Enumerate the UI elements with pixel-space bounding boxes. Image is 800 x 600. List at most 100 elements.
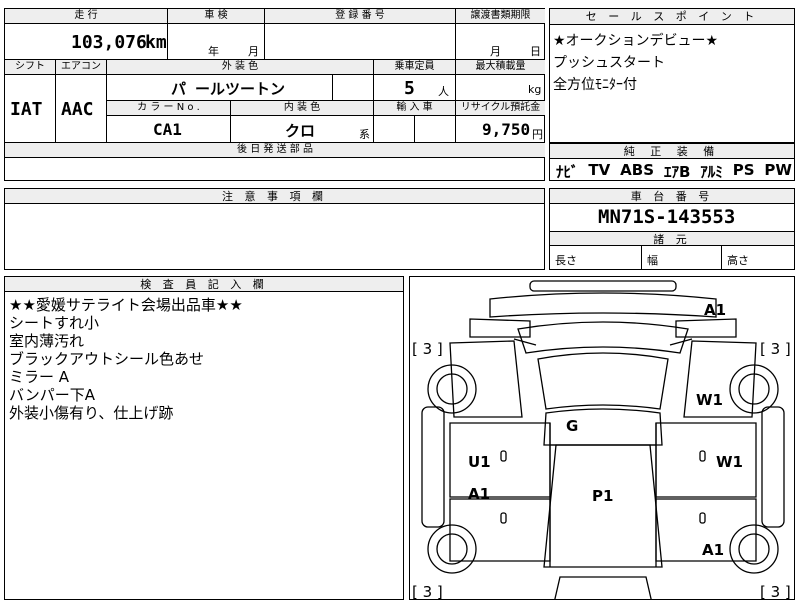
spec-height: 高さ [727,254,749,267]
inspector-note-line: バンパー下A [9,386,96,404]
color-no-cell: CA1 [107,116,231,143]
deadline-cell: 月 日 [456,24,545,60]
vehicle-info-table: 走 行 車 検 登 録 番 号 譲渡書類期限 103,076 km 年 月 月 … [4,8,545,181]
registration-cell [265,24,456,60]
recycle-label: リサイクル預託金 [456,101,545,116]
chassis-panel: 車 台 番 号 MN71S-143553 諸 元 長さ 幅 高さ [549,188,795,270]
import-cell-a [374,116,415,143]
sales-point-line: ★オークションデビュー★ [553,33,719,49]
color-no-value: CA1 [153,120,182,139]
capacity-label: 乗車定員 [374,60,456,75]
inspection-year: 年 [208,45,219,58]
deadline-day: 日 [530,45,541,58]
tire-front-left-label: [ 3 ] [412,340,443,358]
damage-mark-right-front-door: W1 [716,453,743,471]
inspector-note-line: ブラックアウトシール色あせ [9,350,205,368]
inspector-title: 検 査 員 記 入 欄 [5,277,403,292]
interior-color-value: クロ [285,122,316,140]
mileage-label: 走 行 [5,9,168,24]
car-diagram [421,280,785,599]
rear-left-wheel [427,524,477,574]
import-cell-b [415,116,456,143]
max-load-label: 最大積載量 [456,60,545,75]
chassis-number: MN71S-143553 [598,206,736,228]
equipment-item: TV [588,161,611,179]
inspection-month: 月 [248,45,259,58]
exterior-color-cell: パ ールツートン [107,75,333,101]
roof-part [543,408,663,446]
sales-point-line: 全方位ﾓﾆﾀｰ付 [553,77,637,93]
deadline-month: 月 [490,45,501,58]
sales-point-line: プッシュスタート [553,55,665,71]
equipment-item: ｴｱB [663,163,691,181]
rear-body-part [543,444,663,568]
equipment-item: PW [764,161,792,179]
inspector-note-line: 室内薄汚れ [9,332,85,350]
equipment-item: PS [732,161,755,179]
damage-mark-center: P1 [592,487,614,505]
notes-title: 注 意 事 項 欄 [5,189,544,204]
damage-mark-left-rear-door: A1 [468,485,491,503]
damage-mark-windshield: G [566,417,579,435]
recycle-unit: 円 [532,128,543,141]
left-front-door [449,422,551,498]
interior-color-cell: クロ 系 [231,116,374,143]
front-bumper-part [529,280,677,292]
equipment-panel: 純 正 装 備 ﾅﾋﾞ TV ABS ｴｱB ｱﾙﾐ PS PW [549,143,795,181]
hood-part [517,321,689,354]
capacity-value: 5 [404,78,415,99]
mileage-cell: 103,076 km [5,24,168,60]
equipment-item: ｱﾙﾐ [700,163,723,181]
front-grille-part [489,292,717,318]
aircon-cell: AAC [56,75,107,143]
capacity-cell: 5 人 [374,75,456,101]
exterior-color-extra [333,75,374,101]
notes-panel: 注 意 事 項 欄 [4,188,545,270]
equipment-item: ABS [620,161,655,179]
recycle-cell: 9,750 円 [456,116,545,143]
equipment-list: ﾅﾋﾞ TV ABS ｴｱB ｱﾙﾐ PS PW [556,161,792,182]
load-unit: kg [528,83,542,96]
inspector-note-line: 外装小傷有り、仕上げ跡 [9,404,174,422]
import-label: 輸 入 車 [374,101,456,116]
interior-color-suffix: 系 [359,128,370,141]
inspector-note-line: シートすれ小 [9,314,100,332]
chassis-title: 車 台 番 号 [550,189,794,204]
spec-title: 諸 元 [550,231,794,246]
rear-right-wheel [729,524,779,574]
exterior-color-value: パ ールツートン [171,80,286,98]
max-load-cell: kg [456,75,545,101]
right-side-rail [761,406,785,528]
inspection-cell: 年 月 [168,24,265,60]
mileage-unit: km [145,32,167,53]
sales-points-list: ★オークションデビュー★ プッシュスタート 全方位ﾓﾆﾀｰ付 [553,30,718,96]
inspector-notes-list: ★★愛媛サテライト会場出品車★★ シートすれ小 室内薄汚れ ブラックアウトシール色あせ… [9,296,243,422]
transfer-deadline-label: 譲渡書類期限 [456,9,545,24]
sales-points-title: セ ー ル ス ポ イ ン ト [550,9,794,25]
aircon-label: エアコン [56,60,107,75]
damage-mark-front-right: A1 [704,301,727,319]
tire-rear-left-label: [ 3 ] [412,583,443,600]
inspector-note-line: ミラー A [9,368,70,386]
shift-label: シフト [5,60,56,75]
interior-color-label: 内 装 色 [231,101,374,116]
sales-points-panel: セ ー ル ス ポ イ ン ト ★オークションデビュー★ プッシュスタート 全方位ﾓ… [549,8,795,143]
left-front-fender [449,340,523,418]
left-rear-door [449,498,551,562]
aircon-value: AAC [61,99,94,120]
car-diagram-panel: [ 3 ] [ 3 ] [ 3 ] [ 3 ] A1 W1 G U1 W1 A1… [409,276,795,600]
damage-mark-right-rear: A1 [702,541,725,559]
inspection-label: 車 検 [168,9,265,24]
tire-front-right-label: [ 3 ] [760,340,791,358]
tire-rear-right-label: [ 3 ] [760,583,791,600]
capacity-unit: 人 [438,85,449,98]
recycle-value: 9,750 [482,120,531,139]
shift-cell: IAT [5,75,56,143]
exterior-color-label: 外 装 色 [107,60,374,75]
color-no-label: カ ラ ー N o . [107,101,231,116]
inspector-note-line: ★★愛媛サテライト会場出品車★★ [9,296,243,314]
shift-value: IAT [10,99,43,120]
mileage-value: 103,076 [71,32,147,53]
left-side-rail [421,406,445,528]
damage-mark-left-front-door: U1 [468,453,491,471]
